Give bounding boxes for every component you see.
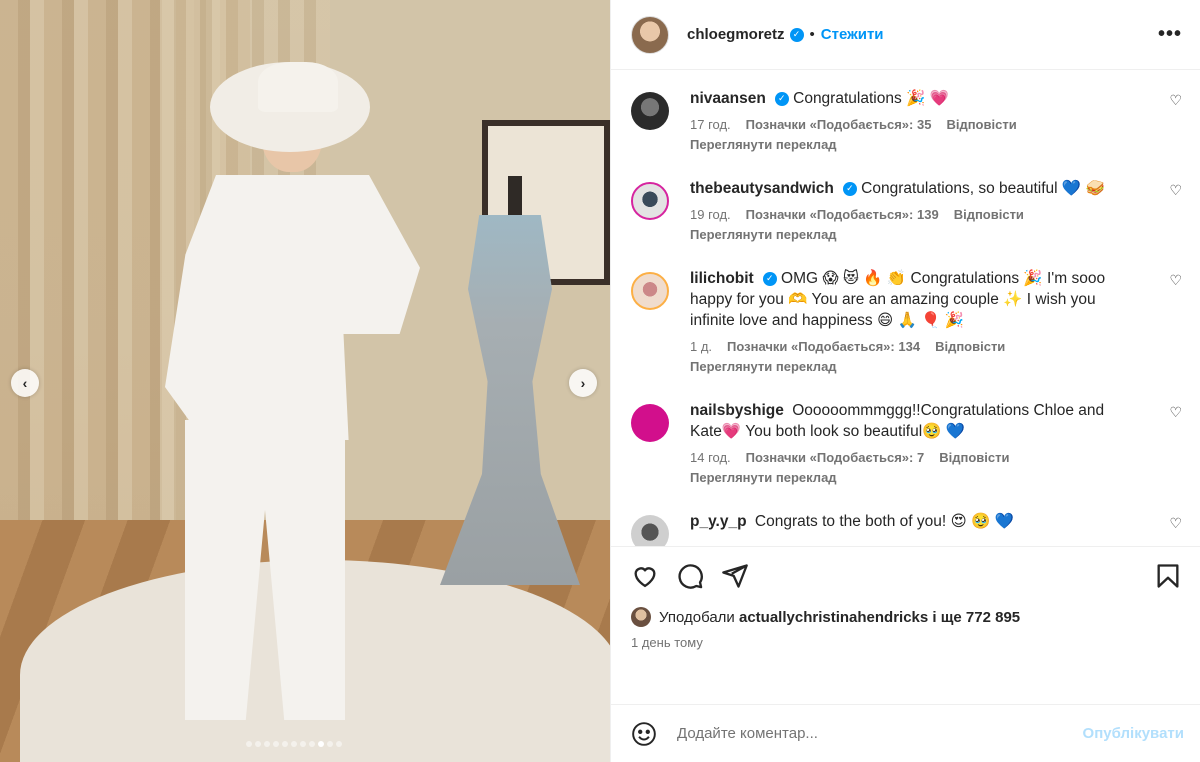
heart-icon[interactable]: ♡ <box>1169 272 1182 289</box>
comment-time[interactable]: 19 год. <box>690 207 731 222</box>
heart-icon[interactable]: ♡ <box>1169 92 1182 109</box>
separator: • <box>809 26 815 43</box>
comment-time[interactable]: 1 д. <box>690 339 712 354</box>
comment-likes[interactable]: Позначки «Подобається»: 7 <box>746 450 925 465</box>
carousel-dot <box>309 741 315 747</box>
carousel-dot <box>336 741 342 747</box>
comment-icon[interactable] <box>676 562 704 590</box>
person-hat-crown <box>258 62 338 112</box>
comment-username[interactable]: p_y.y_p <box>690 513 747 530</box>
comment: nailsbyshige Oooooommmggg!!Congratulatio… <box>631 400 1182 485</box>
comment-likes[interactable]: Позначки «Подобається»: 134 <box>727 339 920 354</box>
post-actions: Уподобали actuallychristinahendricks і щ… <box>611 546 1200 704</box>
carousel-dot <box>291 741 297 747</box>
avatar[interactable] <box>631 182 669 220</box>
carousel-dot <box>264 741 270 747</box>
reply-button[interactable]: Відповісти <box>946 117 1016 132</box>
comment-username[interactable]: thebeautysandwich <box>690 180 834 197</box>
comment: lilichobit ✓ OMG 😱 😻 🔥 👏 Congratulations … <box>631 268 1182 374</box>
carousel-dot <box>282 741 288 747</box>
liked-by-prefix: Уподобали <box>659 608 735 626</box>
comment: thebeautysandwich ✓ Congratulations, so b… <box>631 178 1182 242</box>
avatar[interactable] <box>631 404 669 442</box>
liked-by-user[interactable]: actuallychristinahendricks <box>739 609 928 626</box>
bookmark-icon[interactable] <box>1154 562 1182 590</box>
verified-badge-icon: ✓ <box>842 181 857 196</box>
carousel-dot <box>327 741 333 747</box>
avatar[interactable] <box>631 15 669 54</box>
liked-by: Уподобали actuallychristinahendricks і щ… <box>631 607 1182 627</box>
verified-badge-icon: ✓ <box>789 27 804 42</box>
carousel-prev-button[interactable]: ‹ <box>11 369 39 397</box>
comment: p_y.y_p Congrats to the both of you! 😍 🥹… <box>631 511 1182 546</box>
carousel-dot <box>273 741 279 747</box>
avatar[interactable] <box>631 607 651 627</box>
carousel-dot <box>246 741 252 747</box>
post-dialog: ‹ › chloegmoretz ✓ • Стежити ••• nivaans… <box>0 0 1200 762</box>
comment-composer: Опублікувати <box>611 704 1200 762</box>
post-comment-button[interactable]: Опублікувати <box>1083 725 1184 742</box>
verified-badge-icon: ✓ <box>774 91 789 106</box>
comment-time[interactable]: 14 год. <box>690 450 731 465</box>
smile-icon[interactable] <box>631 721 657 747</box>
post-timestamp[interactable]: 1 день тому <box>631 635 1182 650</box>
liked-by-count[interactable]: і ще 772 895 <box>932 609 1020 626</box>
comment-username[interactable]: nivaansen <box>690 90 766 107</box>
post-header: chloegmoretz ✓ • Стежити ••• <box>611 0 1200 70</box>
share-icon[interactable] <box>721 562 749 590</box>
post-sidebar: chloegmoretz ✓ • Стежити ••• nivaansen ✓ … <box>610 0 1200 762</box>
comment-likes[interactable]: Позначки «Подобається»: 35 <box>746 117 932 132</box>
see-translation-button[interactable]: Переглянути переклад <box>690 359 1140 374</box>
chevron-left-icon: ‹ <box>22 375 28 391</box>
carousel-dot <box>300 741 306 747</box>
author-username[interactable]: chloegmoretz <box>687 26 785 43</box>
heart-icon[interactable] <box>631 562 659 590</box>
comment-likes[interactable]: Позначки «Подобається»: 139 <box>746 207 939 222</box>
see-translation-button[interactable]: Переглянути переклад <box>690 137 1140 152</box>
comment-input[interactable] <box>677 725 1083 742</box>
comments-list[interactable]: nivaansen ✓ Congratulations 🎉 💗 17 год. П… <box>611 70 1200 546</box>
comment-text: Congratulations, so beautiful 💙 🥪 <box>861 180 1105 197</box>
carousel-dot <box>255 741 261 747</box>
avatar[interactable] <box>631 515 669 546</box>
follow-button[interactable]: Стежити <box>821 26 884 43</box>
heart-icon[interactable]: ♡ <box>1169 404 1182 421</box>
verified-badge-icon: ✓ <box>762 271 777 286</box>
comment: nivaansen ✓ Congratulations 🎉 💗 17 год. П… <box>631 88 1182 152</box>
more-options-icon[interactable]: ••• <box>1158 23 1182 46</box>
carousel-indicator <box>246 741 342 747</box>
carousel-dot <box>318 741 324 747</box>
heart-icon[interactable]: ♡ <box>1169 182 1182 199</box>
heart-icon[interactable]: ♡ <box>1169 515 1182 532</box>
chevron-right-icon: › <box>580 375 586 391</box>
reply-button[interactable]: Відповісти <box>954 207 1024 222</box>
avatar[interactable] <box>631 92 669 130</box>
avatar[interactable] <box>631 272 669 310</box>
reply-button[interactable]: Відповісти <box>939 450 1009 465</box>
comment-username[interactable]: lilichobit <box>690 270 754 287</box>
comment-time[interactable]: 17 год. <box>690 117 731 132</box>
comment-text: Congrats to the both of you! 😍 🥹 💙 <box>754 513 1014 530</box>
reply-button[interactable]: Відповісти <box>935 339 1005 354</box>
see-translation-button[interactable]: Переглянути переклад <box>690 227 1140 242</box>
see-translation-button[interactable]: Переглянути переклад <box>690 470 1140 485</box>
post-media: ‹ › <box>0 0 610 762</box>
comment-text: Congratulations 🎉 💗 <box>793 90 949 107</box>
carousel-next-button[interactable]: › <box>569 369 597 397</box>
comment-username[interactable]: nailsbyshige <box>690 402 784 419</box>
